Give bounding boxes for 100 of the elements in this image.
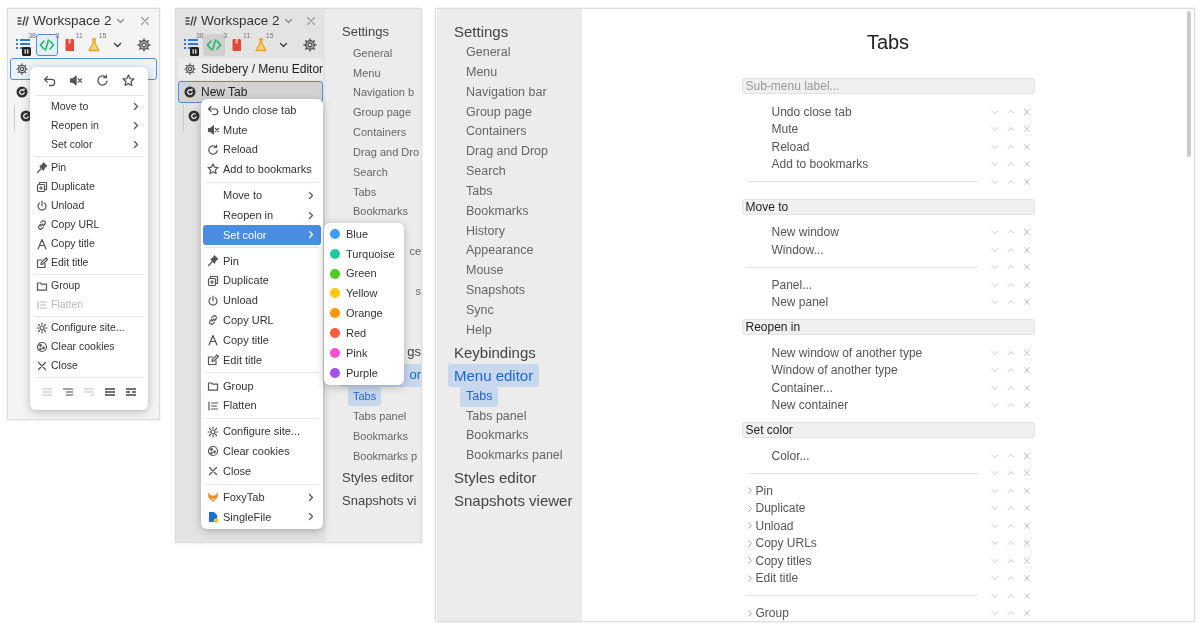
lines-icon[interactable] [124, 386, 139, 398]
mute-icon[interactable] [69, 73, 83, 87]
nav-item[interactable]: Styles editor [337, 466, 419, 489]
undo-icon[interactable] [42, 73, 56, 87]
nav-item[interactable]: Bookmarks [460, 201, 535, 222]
remove-icon[interactable] [1021, 555, 1032, 566]
nav-item[interactable]: Tabs panel [348, 407, 412, 426]
nav-item[interactable]: History [460, 221, 511, 242]
context-menu-entry[interactable]: Copy title [32, 234, 146, 253]
remove-icon[interactable] [1021, 485, 1032, 496]
nav-item[interactable]: Group page [460, 102, 539, 123]
context-menu-entry[interactable]: Copy URL [32, 215, 146, 234]
context-menu-entry[interactable]: SingleFile [203, 507, 321, 527]
remove-icon[interactable] [1021, 106, 1032, 117]
nav-item[interactable]: Search [348, 162, 393, 182]
nav-item[interactable]: General [460, 43, 517, 63]
context-menu-entry[interactable]: Move to [203, 185, 321, 206]
context-menu-entry[interactable]: Reload [203, 139, 321, 160]
nav-item[interactable]: General [348, 43, 398, 63]
nav-item[interactable]: Menu [460, 62, 504, 83]
nav-item[interactable]: Bookmarks [348, 427, 414, 446]
nav-item[interactable]: Help [460, 320, 498, 341]
context-menu-entry[interactable]: Group [32, 276, 146, 295]
context-menu-entry[interactable]: Clear cookies [32, 337, 146, 356]
remove-icon[interactable] [1021, 382, 1032, 393]
nav-item[interactable]: Menu [348, 63, 386, 82]
chevron-right-icon[interactable] [746, 608, 753, 618]
close-icon[interactable] [305, 15, 317, 27]
context-menu-entry[interactable]: FoxyTab [203, 487, 321, 508]
nav-item[interactable]: Styles editor [448, 466, 543, 490]
remove-icon[interactable] [1021, 176, 1032, 187]
nav-item[interactable]: Drag and Drop [460, 142, 554, 163]
label-field[interactable]: Reopen in [741, 319, 1035, 335]
remove-icon[interactable] [1021, 347, 1032, 358]
nav-item[interactable]: Snapshots vi [337, 489, 421, 512]
nav-item[interactable]: Navigation bar [460, 82, 553, 103]
close-icon[interactable] [139, 15, 151, 27]
nav-item[interactable]: Snapshots viewer [448, 489, 579, 513]
label-field[interactable]: Sub-menu label... [741, 78, 1035, 94]
remove-icon[interactable] [1021, 141, 1032, 152]
nav-item[interactable]: Appearance [460, 241, 540, 262]
context-menu-entry[interactable]: Configure site... [203, 421, 321, 442]
remove-icon[interactable] [1021, 573, 1032, 584]
color-option[interactable]: Red [326, 323, 402, 344]
nav-item[interactable]: Settings [337, 20, 394, 43]
nav-item[interactable]: Bookmarks [460, 426, 535, 447]
color-option[interactable]: Green [326, 263, 402, 284]
nav-item[interactable]: Group page [348, 103, 417, 122]
context-menu-entry[interactable]: Reopen in [203, 205, 321, 226]
remove-icon[interactable] [1021, 279, 1032, 290]
remove-icon[interactable] [1021, 297, 1032, 308]
nav-item[interactable]: Keybindings [448, 340, 542, 364]
color-option[interactable]: Turquoise [326, 243, 402, 264]
nav-item[interactable]: Tabs panel [460, 406, 533, 427]
workspace-button[interactable]: Workspace 2 [33, 10, 125, 32]
context-menu-entry[interactable]: Unload [203, 290, 321, 311]
context-menu-entry[interactable]: Group [203, 375, 321, 396]
nav-item[interactable]: Tabs [348, 182, 382, 202]
nav-item[interactable]: Bookmarks p [348, 446, 421, 466]
remove-icon[interactable] [1021, 520, 1032, 531]
nav-item[interactable]: Drag and Dro [348, 142, 421, 162]
context-menu-entry[interactable]: Pin [203, 250, 321, 271]
context-menu-entry[interactable]: Flatten [203, 395, 321, 416]
nav-item[interactable]: Menu editor [448, 363, 540, 387]
context-menu-entry[interactable]: Duplicate [32, 177, 146, 196]
label-field[interactable]: Set color [741, 422, 1035, 438]
remove-icon[interactable] [1021, 124, 1032, 135]
nav-item[interactable]: Navigation b [348, 83, 420, 102]
context-menu-entry[interactable]: Edit title [203, 350, 321, 370]
context-menu-entry[interactable]: Reopen in [32, 116, 146, 135]
nav-item[interactable]: Mouse [460, 261, 510, 282]
reload-icon[interactable] [95, 73, 109, 87]
nav-item[interactable]: Settings [448, 20, 515, 43]
nav-item[interactable]: Search [460, 162, 512, 182]
star-icon[interactable] [122, 73, 136, 87]
nav-item[interactable]: Tabs [460, 181, 499, 202]
remove-icon[interactable] [1021, 450, 1032, 461]
context-menu-entry[interactable]: Duplicate [203, 270, 321, 291]
label-field[interactable]: Move to [741, 198, 1035, 215]
remove-icon[interactable] [1021, 365, 1032, 376]
color-option[interactable]: Pink [326, 343, 402, 363]
context-menu-entry[interactable]: Configure site... [32, 318, 146, 337]
context-menu-entry[interactable]: Edit title [32, 253, 146, 272]
context-menu-entry[interactable]: Copy URL [203, 310, 321, 331]
nav-item[interactable]: Snapshots [460, 281, 532, 301]
workspace-button[interactable]: Workspace 2 [201, 10, 293, 32]
remove-icon[interactable] [1021, 503, 1032, 514]
context-menu-entry[interactable]: Pin [32, 158, 146, 177]
tab-item[interactable]: Sidebery / Menu Editor [178, 58, 323, 80]
scrollbar-thumb[interactable] [1187, 11, 1191, 157]
remove-icon[interactable] [1021, 590, 1032, 601]
remove-icon[interactable] [1021, 400, 1032, 411]
context-menu-entry[interactable]: Copy title [203, 330, 321, 351]
context-menu-entry[interactable]: Move to [32, 97, 146, 116]
color-option[interactable]: Yellow [326, 283, 402, 304]
color-option[interactable]: Blue [326, 224, 402, 244]
context-menu-entry[interactable]: Mute [203, 119, 321, 140]
color-option[interactable]: Purple [326, 362, 402, 383]
color-option[interactable]: Orange [326, 303, 402, 324]
nav-item[interactable]: Tabs [348, 387, 382, 406]
